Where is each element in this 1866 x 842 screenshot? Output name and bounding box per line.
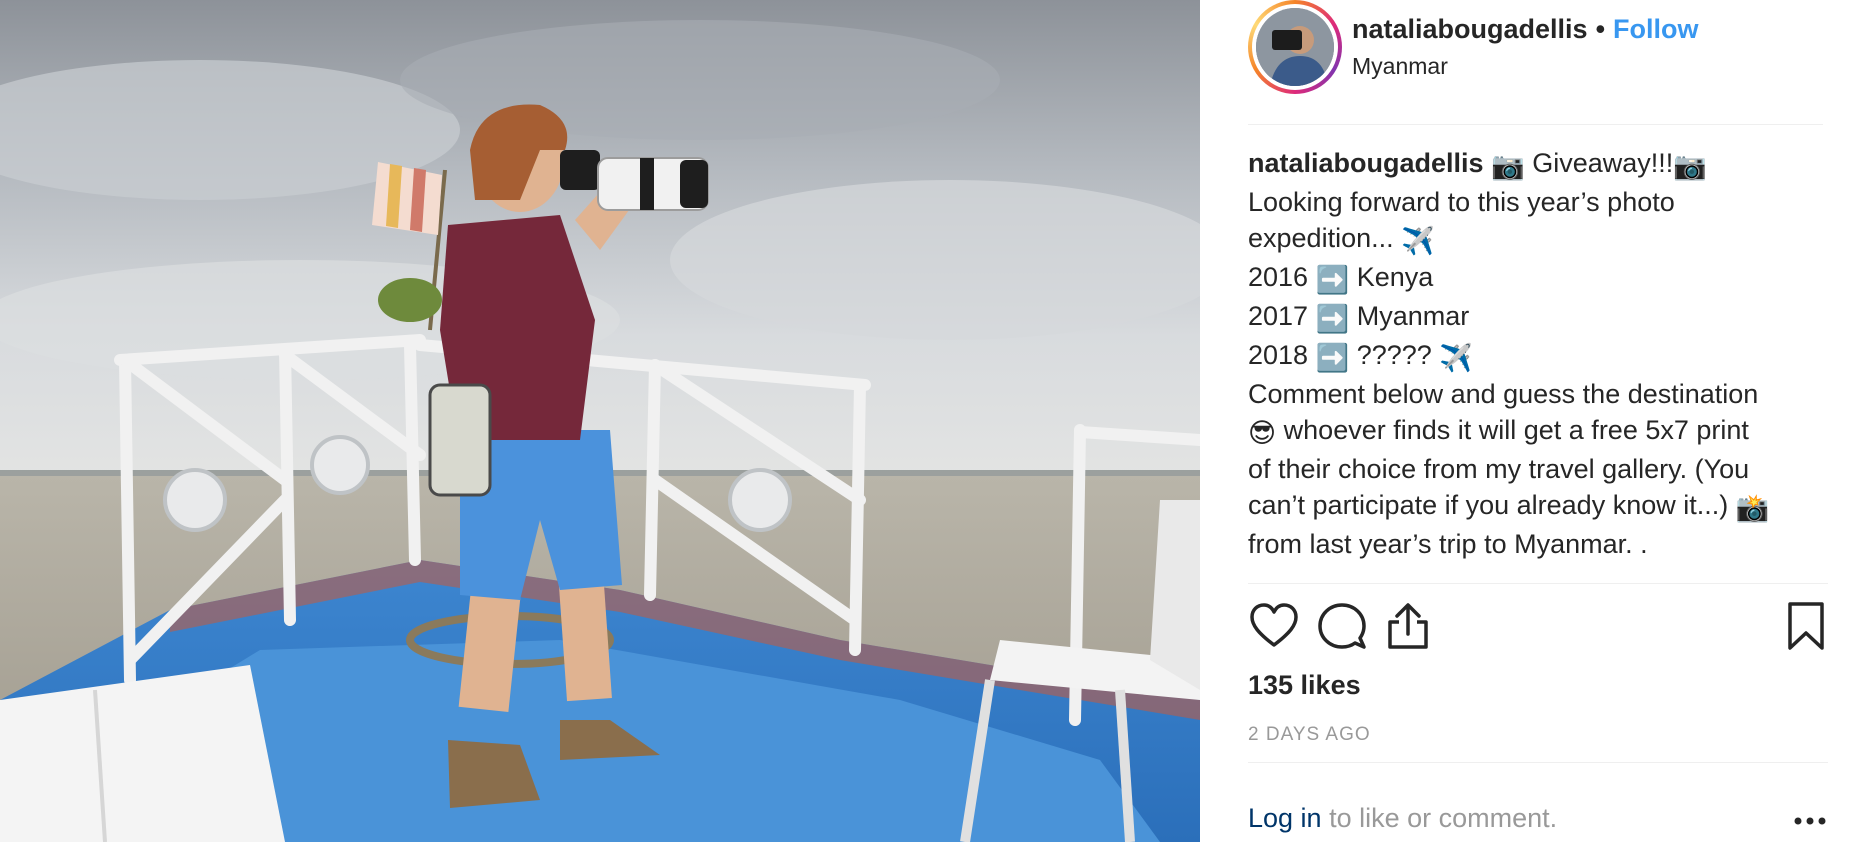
post-side-panel: nataliabougadellis • Follow Myanmar natali… (1200, 0, 1866, 842)
caption-text: Giveaway!!! (1532, 148, 1674, 178)
header-separator: • (1595, 14, 1606, 44)
post-caption: nataliabougadellis 📷 Giveaway!!!📷 Lookin… (1248, 145, 1828, 584)
post-actions (1248, 600, 1828, 660)
caption-line: 2018 ➡️ ????? ✈️ (1248, 337, 1828, 376)
caption-year: 2016 (1248, 262, 1309, 292)
login-prompt: Log in to like or comment. (1248, 803, 1557, 834)
arrow-right-icon: ➡️ (1315, 265, 1350, 295)
airplane-icon: ✈️ (1401, 226, 1435, 256)
camera-icon: 📷 (1673, 151, 1707, 181)
camera-flash-icon: 📸 (1735, 493, 1770, 523)
share-icon[interactable] (1382, 600, 1434, 652)
caption-place: Kenya (1356, 262, 1434, 292)
heart-icon[interactable] (1248, 600, 1300, 652)
post-photo[interactable] (0, 0, 1200, 842)
likes-count[interactable]: 135 likes (1248, 670, 1361, 701)
caption-line: expedition... ✈️ (1248, 220, 1828, 259)
post-timestamp[interactable]: 2 DAYS AGO (1248, 724, 1371, 746)
instagram-post: nataliabougadellis • Follow Myanmar natali… (0, 0, 1866, 842)
caption-text: can’t participate if you already know it… (1248, 490, 1729, 520)
photo-illustration (0, 0, 1200, 842)
caption-line: 😎 whoever finds it will get a free 5x7 p… (1248, 412, 1828, 451)
caption-line: Looking forward to this year’s photo (1248, 187, 1675, 217)
caption-place: ????? (1356, 340, 1432, 370)
caption-line: of their choice from my travel gallery. … (1248, 454, 1750, 484)
camera-icon: 📷 (1491, 151, 1525, 181)
avatar[interactable] (1248, 0, 1342, 94)
caption-line: 2017 ➡️ Myanmar (1248, 298, 1828, 337)
airplane-icon: ✈️ (1439, 343, 1473, 373)
post-header: nataliabougadellis • Follow Myanmar (1248, 0, 1823, 125)
arrow-right-icon: ➡️ (1315, 343, 1350, 373)
login-footer: Log in to like or comment. (1248, 762, 1828, 842)
login-link[interactable]: Log in (1248, 803, 1322, 833)
header-username-row: nataliabougadellis • Follow (1352, 14, 1699, 45)
header-location[interactable]: Myanmar (1352, 53, 1448, 80)
comment-icon[interactable] (1316, 600, 1368, 652)
caption-line: nataliabougadellis 📷 Giveaway!!!📷 (1248, 145, 1828, 184)
follow-button[interactable]: Follow (1613, 14, 1698, 44)
caption-line: Comment below and guess the destination (1248, 379, 1759, 409)
sunglasses-emoji-icon: 😎 (1248, 418, 1277, 448)
avatar-person-icon (1256, 8, 1334, 86)
caption-text: expedition... (1248, 223, 1402, 253)
caption-text: whoever finds it will get a free 5x7 pri… (1283, 415, 1749, 445)
avatar-border (1252, 4, 1338, 90)
more-options-icon[interactable] (1792, 811, 1828, 831)
caption-year: 2018 (1248, 340, 1309, 370)
caption-year: 2017 (1248, 301, 1309, 331)
caption-line: can’t participate if you already know it… (1248, 487, 1828, 526)
login-prompt-text: to like or comment. (1321, 803, 1558, 833)
header-username[interactable]: nataliabougadellis (1352, 14, 1588, 44)
caption-line: . (1248, 565, 1256, 584)
caption-line: from last year’s trip to Myanmar. . (1248, 529, 1648, 559)
avatar-photo (1256, 8, 1334, 86)
caption-username[interactable]: nataliabougadellis (1248, 148, 1484, 178)
caption-line: 2016 ➡️ Kenya (1248, 259, 1828, 298)
caption-place: Myanmar (1356, 301, 1470, 331)
caption-scroll-area[interactable]: nataliabougadellis 📷 Giveaway!!!📷 Lookin… (1248, 145, 1828, 584)
arrow-right-icon: ➡️ (1315, 304, 1350, 334)
bookmark-icon[interactable] (1780, 600, 1832, 652)
